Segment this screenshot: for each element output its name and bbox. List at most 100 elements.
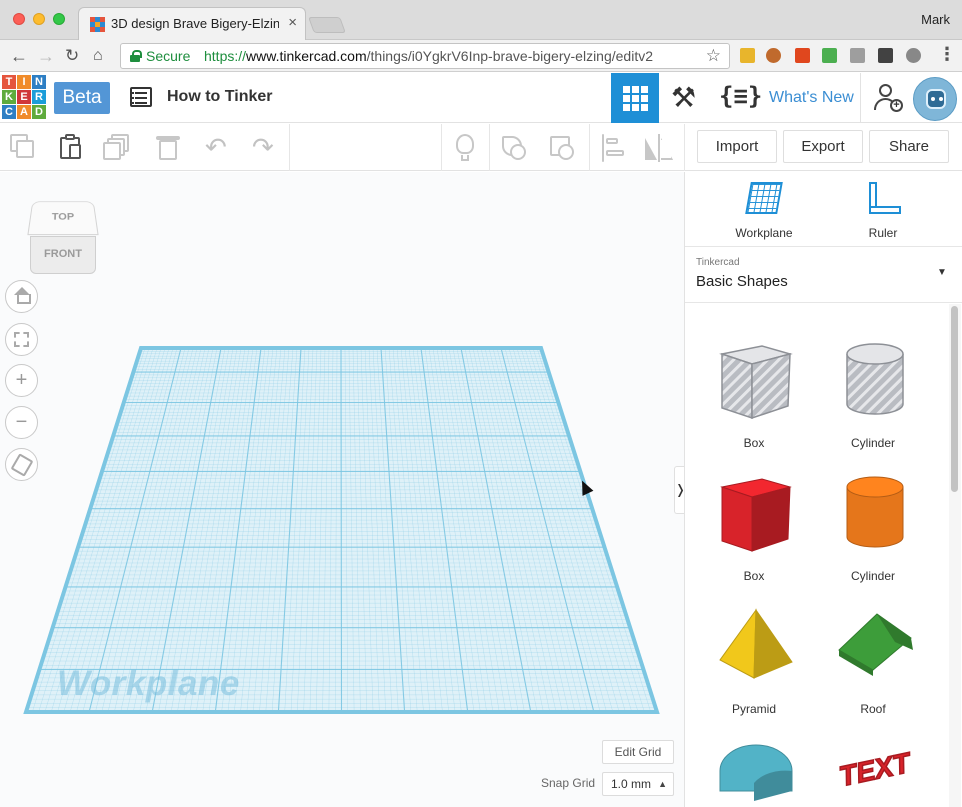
extension-puzzle-icon[interactable] [878, 48, 893, 63]
extension-plus-icon[interactable] [822, 48, 837, 63]
redo-icon[interactable]: ↷ [252, 132, 274, 162]
ortho-view-button[interactable] [5, 448, 38, 481]
workplane-tool[interactable]: Workplane [714, 180, 814, 245]
shape-box-hole[interactable]: Box [699, 318, 809, 450]
shape-cylinder-hole[interactable]: Cylinder [818, 318, 928, 450]
url-host: www.tinkercad.com [246, 48, 367, 64]
panel-scrollbar-thumb[interactable] [951, 306, 958, 492]
ruler-tool-label: Ruler [868, 226, 898, 240]
forward-arrow-icon[interactable]: → [37, 45, 55, 67]
extension-g-icon[interactable] [850, 48, 865, 63]
shape-text[interactable]: TEXT [818, 717, 928, 807]
workplane-watermark: Workplane [57, 664, 240, 703]
codeblocks-icon: {≡} [719, 82, 763, 110]
trash-icon[interactable] [155, 134, 183, 162]
add-user-icon[interactable]: + [873, 84, 903, 114]
lightbulb-icon[interactable] [452, 134, 480, 162]
fit-view-button[interactable] [5, 323, 38, 356]
toolbar-divider [441, 124, 442, 171]
toolbar-divider [489, 124, 490, 171]
maximize-window-button[interactable] [53, 13, 65, 25]
box-hole-icon [719, 345, 793, 420]
design-list-icon[interactable] [130, 87, 152, 107]
library-dropdown[interactable]: Basic Shapes [696, 273, 788, 290]
shape-round-roof[interactable] [699, 717, 809, 807]
extension-drive-icon[interactable] [906, 48, 921, 63]
shape-box[interactable]: Box [699, 451, 809, 583]
toolbar-divider [289, 124, 290, 171]
header-divider [860, 73, 861, 123]
lock-icon [130, 50, 142, 62]
workplane-tool-label: Workplane [735, 226, 793, 240]
import-button[interactable]: Import [697, 130, 777, 163]
design-title[interactable]: How to Tinker [167, 88, 273, 106]
codeblocks-view-button[interactable]: {≡} [711, 73, 763, 123]
view-cube-top[interactable]: TOP [27, 201, 99, 236]
library-dropdown-caret-icon[interactable]: ▼ [937, 267, 947, 278]
shape-label: Cylinder [850, 569, 895, 583]
mirror-icon[interactable] [645, 134, 673, 162]
browser-tab-active[interactable]: 3D design Brave Bigery-Elzing × [78, 7, 306, 40]
ortho-cube-icon [10, 453, 34, 477]
shape-label: Roof [860, 702, 886, 716]
tinkercad-logo[interactable]: T I N K E R C A D [2, 75, 46, 120]
secure-label: Secure [146, 48, 191, 64]
duplicate-icon[interactable] [103, 134, 133, 162]
address-bar[interactable]: Secure https://www.tinkercad.com/things/… [120, 43, 730, 69]
3d-view-button[interactable] [611, 73, 659, 123]
new-tab-button[interactable] [308, 17, 346, 33]
snap-grid-select[interactable]: 1.0 mm ▲ [602, 772, 674, 796]
ruler-tool[interactable]: Ruler [833, 180, 933, 245]
text-icon: TEXT [836, 746, 917, 793]
beta-badge[interactable]: Beta [54, 82, 110, 114]
robot-avatar-icon [926, 89, 946, 109]
ungroup-icon[interactable] [548, 134, 576, 162]
text-shape-label: TEXT [836, 746, 915, 792]
shape-label: Cylinder [850, 436, 895, 450]
shape-cylinder[interactable]: Cylinder [818, 451, 928, 583]
zoom-in-button[interactable]: + [5, 364, 38, 397]
reload-icon[interactable]: ↻ [65, 45, 79, 67]
extension-calendar-icon[interactable] [740, 48, 755, 63]
back-arrow-icon[interactable]: ← [10, 45, 28, 67]
browser-titlebar: 3D design Brave Bigery-Elzing × Mark [0, 0, 962, 40]
pickaxe-icon: ⚒ [671, 82, 697, 113]
paste-icon[interactable] [57, 134, 85, 162]
shape-pyramid[interactable]: Pyramid [699, 584, 809, 716]
url-scheme: https:// [204, 48, 247, 64]
toolbar-divider [589, 124, 590, 171]
collapse-panel-button[interactable]: ❭ [674, 466, 684, 514]
share-button[interactable]: Share [869, 130, 949, 163]
minimize-window-button[interactable] [33, 13, 45, 25]
snap-grid-value: 1.0 mm [611, 777, 652, 791]
view-cube-front[interactable]: FRONT [30, 236, 96, 274]
undo-icon[interactable]: ↶ [205, 132, 227, 162]
blocks-view-button[interactable]: ⚒ [661, 73, 709, 123]
browser-menu-icon[interactable]: ⋮ [938, 44, 956, 65]
whats-new-link[interactable]: What's New [769, 89, 854, 107]
edit-toolbar: ↶ ↷ Import Export Share [0, 124, 962, 171]
zoom-out-button[interactable]: − [5, 406, 38, 439]
group-icon[interactable] [500, 134, 528, 162]
url-text[interactable]: https://www.tinkercad.com/things/i0YgkrV… [204, 48, 653, 64]
home-view-icon [14, 287, 31, 304]
tab-title: 3D design Brave Bigery-Elzing [111, 16, 279, 31]
home-view-button[interactable] [5, 280, 38, 313]
tab-close-icon[interactable]: × [288, 14, 297, 31]
browser-profile-name[interactable]: Mark [921, 12, 950, 27]
user-avatar[interactable] [913, 77, 957, 121]
cylinder-icon [846, 476, 904, 548]
bookmark-star-icon[interactable]: ☆ [706, 46, 721, 66]
view-cube[interactable]: TOP FRONT [27, 198, 99, 274]
extension-office-icon[interactable] [795, 48, 810, 63]
export-button[interactable]: Export [783, 130, 863, 163]
home-icon[interactable]: ⌂ [93, 45, 103, 67]
3d-viewport[interactable]: Workplane TOP FRONT + − Edit Grid Snap G… [0, 172, 684, 807]
close-window-button[interactable] [13, 13, 25, 25]
shape-roof[interactable]: Roof [818, 584, 928, 716]
extension-avatar-icon[interactable] [766, 48, 781, 63]
edit-grid-button[interactable]: Edit Grid [602, 740, 674, 764]
copy-icon[interactable] [10, 134, 38, 162]
browser-toolbar: ← → ↻ ⌂ Secure https://www.tinkercad.com… [0, 40, 962, 72]
align-icon[interactable] [600, 134, 628, 162]
